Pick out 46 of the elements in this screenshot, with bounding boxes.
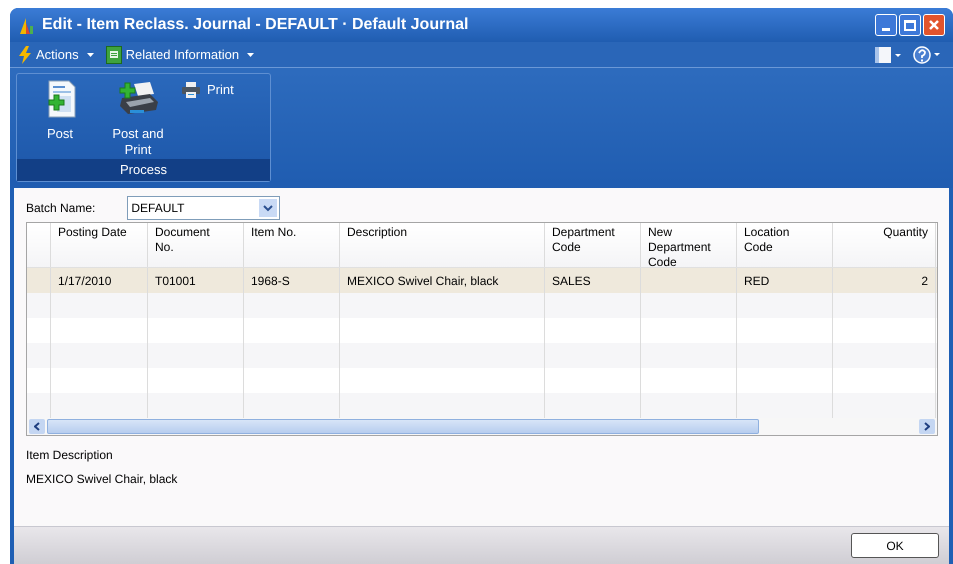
ribbon-button[interactable]: Post and Print bbox=[103, 80, 173, 158]
table-cell-text: MEXICO Swivel Chair, black bbox=[347, 272, 498, 290]
window-title: Edit - Item Reclass. Journal - DEFAULT · Default Journal bbox=[42, 15, 468, 35]
column-header[interactable]: Posting Date bbox=[51, 223, 148, 267]
close-button[interactable] bbox=[923, 14, 945, 36]
layout-icon[interactable] bbox=[875, 46, 901, 62]
menu-button[interactable]: Related Information bbox=[106, 44, 254, 64]
maximize-button[interactable] bbox=[899, 14, 921, 36]
column-header[interactable]: Department Code bbox=[545, 223, 641, 267]
minimize-button[interactable] bbox=[875, 14, 897, 36]
chevron-right-icon bbox=[924, 422, 930, 431]
table-cell-text: SALES bbox=[552, 272, 591, 290]
print-button[interactable]: Print bbox=[181, 80, 234, 100]
lightning-icon bbox=[18, 46, 32, 64]
column-header[interactable]: Description bbox=[340, 223, 545, 267]
scroll-left-button[interactable] bbox=[29, 419, 45, 434]
menu-button[interactable]: Actions bbox=[18, 44, 94, 64]
table-cell-text: 1968-S bbox=[251, 272, 290, 290]
help-icon[interactable] bbox=[913, 46, 941, 64]
details-value: MEXICO Swivel Chair, black bbox=[26, 471, 178, 488]
close-icon bbox=[928, 19, 940, 31]
column-header[interactable]: New Department Code bbox=[641, 223, 737, 267]
batch-name-label: Batch Name: bbox=[26, 200, 96, 217]
scroll-right-button[interactable] bbox=[919, 419, 935, 434]
scrollbar-thumb[interactable] bbox=[47, 419, 759, 434]
table-cell-text: 1/17/2010 bbox=[58, 272, 112, 290]
caret-icon bbox=[247, 52, 254, 56]
app-logo-icon bbox=[18, 16, 34, 34]
chevron-left-icon bbox=[34, 422, 40, 431]
column-header[interactable]: Location Code bbox=[737, 223, 833, 267]
chevron-down-icon bbox=[263, 204, 274, 212]
column-header[interactable]: Document No. bbox=[148, 223, 244, 267]
table-cell-text: 2 bbox=[921, 272, 928, 290]
ribbon-group-label: Process bbox=[17, 159, 270, 181]
batch-name-dropdown[interactable]: DEFAULT bbox=[127, 196, 280, 220]
caret-icon bbox=[86, 52, 94, 56]
ribbon-button[interactable]: Post bbox=[25, 80, 95, 142]
ok-button[interactable]: OK bbox=[851, 533, 939, 558]
table-row[interactable]: 1/17/2010 T01001 1968-S MEXICO Swivel Chair, black SALES RED 2 bbox=[27, 268, 937, 293]
column-header[interactable]: Quantity bbox=[833, 223, 936, 267]
table-cell-text: RED bbox=[744, 272, 770, 290]
table-cell-text: T01001 bbox=[155, 272, 196, 290]
column-header[interactable]: Item No. bbox=[244, 223, 340, 267]
printer-icon bbox=[181, 82, 201, 98]
document-icon bbox=[106, 46, 122, 64]
details-label: Item Description bbox=[26, 447, 113, 464]
